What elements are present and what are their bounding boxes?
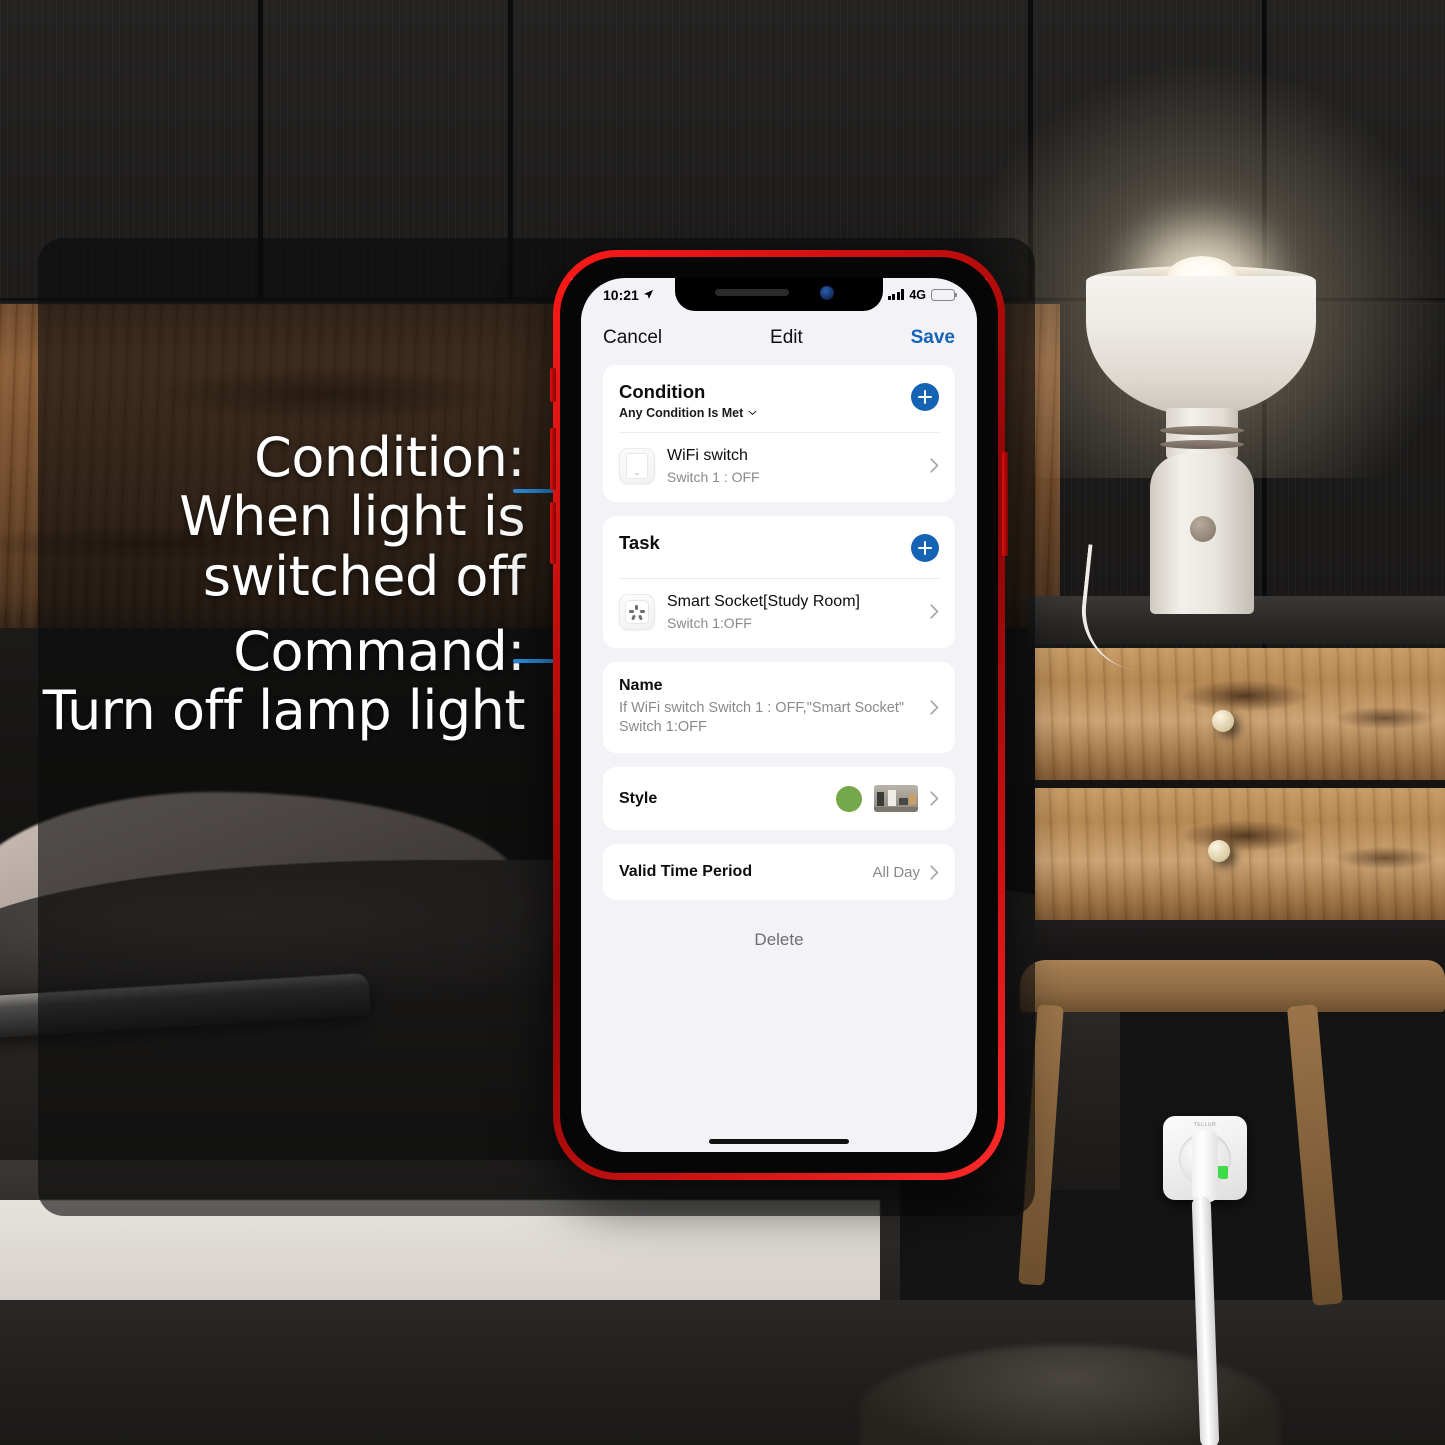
task-device-row[interactable]: Smart Socket[Study Room] Switch 1:OFF bbox=[603, 579, 955, 648]
chevron-right-icon bbox=[930, 458, 939, 473]
mute-switch-button[interactable] bbox=[550, 368, 556, 402]
phone-screen: 10:21 4G Cancel Edit Save Condition Any … bbox=[581, 278, 977, 1152]
bench-seat bbox=[1020, 960, 1445, 1012]
annotation-condition: Condition: When light is switched off bbox=[179, 426, 525, 608]
condition-card-titles: Condition Any Condition Is Met bbox=[619, 381, 757, 420]
phone-notch bbox=[675, 278, 883, 311]
lamp-knob bbox=[1190, 516, 1216, 542]
front-camera-icon bbox=[820, 286, 834, 300]
navigation-bar: Cancel Edit Save bbox=[581, 311, 977, 365]
bench-leg bbox=[1286, 1004, 1344, 1306]
status-bar-left: 10:21 bbox=[603, 287, 654, 303]
chevron-right-icon bbox=[930, 604, 939, 619]
content-area: Condition Any Condition Is Met WiFi swit… bbox=[581, 365, 977, 1152]
task-device-name: Smart Socket[Study Room] bbox=[667, 593, 860, 610]
lamp-ring bbox=[1160, 440, 1244, 449]
wifi-switch-icon bbox=[619, 447, 655, 484]
valid-time-period-row[interactable]: Valid Time Period All Day bbox=[603, 844, 955, 901]
condition-device-name: WiFi switch bbox=[667, 447, 748, 464]
task-title: Task bbox=[619, 532, 660, 553]
cellular-bars-icon bbox=[887, 289, 905, 300]
style-row[interactable]: Style bbox=[603, 767, 955, 831]
nightstand-drawer bbox=[1035, 788, 1445, 920]
delete-row: Delete bbox=[603, 914, 955, 950]
location-arrow-icon bbox=[643, 289, 653, 299]
page-title: Edit bbox=[770, 327, 803, 348]
drawer-knob bbox=[1212, 710, 1234, 732]
volume-down-button[interactable] bbox=[550, 502, 556, 564]
power-button[interactable] bbox=[1002, 452, 1008, 556]
lamp-ring bbox=[1160, 426, 1244, 435]
save-button[interactable]: Save bbox=[911, 327, 955, 349]
phone-bezel: 10:21 4G Cancel Edit Save Condition Any … bbox=[560, 257, 998, 1173]
task-card: Task Smart Socket[Study Room] Switch 1:O… bbox=[603, 516, 955, 648]
task-device-text: Smart Socket[Study Room] Switch 1:OFF bbox=[667, 592, 918, 631]
smart-socket-icon bbox=[619, 593, 655, 630]
condition-card: Condition Any Condition Is Met WiFi swit… bbox=[603, 365, 955, 502]
condition-title: Condition bbox=[619, 381, 706, 402]
task-card-titles: Task bbox=[619, 532, 660, 554]
phone-mockup: 10:21 4G Cancel Edit Save Condition Any … bbox=[550, 250, 1008, 1180]
volume-up-button[interactable] bbox=[550, 428, 556, 490]
valid-time-period-value: All Day bbox=[872, 863, 920, 881]
table-lamp bbox=[952, 58, 1445, 672]
plug-body bbox=[1192, 1130, 1218, 1202]
condition-device-state: Switch 1 : OFF bbox=[667, 469, 760, 485]
condition-mode-selector[interactable]: Any Condition Is Met bbox=[619, 406, 757, 420]
phone-frame: 10:21 4G Cancel Edit Save Condition Any … bbox=[550, 250, 1008, 1180]
condition-mode-label: Any Condition Is Met bbox=[619, 406, 744, 420]
status-time: 10:21 bbox=[603, 286, 639, 303]
name-body: Name If WiFi switch Switch 1 : OFF,"Smar… bbox=[619, 677, 920, 737]
cancel-button[interactable]: Cancel bbox=[603, 327, 662, 349]
condition-device-text: WiFi switch Switch 1 : OFF bbox=[667, 446, 918, 485]
nightstand-drawer bbox=[1035, 648, 1445, 780]
delete-button[interactable]: Delete bbox=[754, 930, 803, 949]
annotation-command: Command: Turn off lamp light bbox=[42, 620, 526, 743]
condition-device-row[interactable]: WiFi switch Switch 1 : OFF bbox=[603, 433, 955, 502]
socket-brand-label: TELLUR bbox=[1193, 1122, 1217, 1128]
home-indicator[interactable] bbox=[709, 1139, 849, 1144]
condition-card-header: Condition Any Condition Is Met bbox=[603, 365, 955, 432]
drawer-knob bbox=[1208, 840, 1230, 862]
task-card-header: Task bbox=[603, 516, 955, 578]
name-row[interactable]: Name If WiFi switch Switch 1 : OFF,"Smar… bbox=[603, 662, 955, 754]
style-thumbnail[interactable] bbox=[874, 785, 918, 813]
chevron-right-icon bbox=[930, 791, 939, 806]
style-color-swatch[interactable] bbox=[836, 785, 862, 812]
status-bar-right: 4G bbox=[887, 287, 958, 302]
task-device-state: Switch 1:OFF bbox=[667, 615, 752, 631]
chevron-down-icon bbox=[748, 410, 757, 416]
chevron-right-icon bbox=[930, 865, 939, 880]
valid-time-period-label: Valid Time Period bbox=[619, 863, 753, 881]
name-label: Name bbox=[619, 677, 663, 694]
lamp-shade bbox=[1086, 276, 1316, 416]
battery-icon bbox=[931, 288, 958, 301]
chevron-right-icon bbox=[930, 699, 939, 715]
style-label: Style bbox=[619, 789, 658, 807]
name-value: If WiFi switch Switch 1 : OFF,"Smart Soc… bbox=[619, 700, 905, 736]
add-condition-button[interactable] bbox=[911, 383, 939, 411]
network-label: 4G bbox=[909, 287, 926, 302]
earpiece-speaker-icon bbox=[715, 289, 789, 296]
add-task-button[interactable] bbox=[911, 534, 939, 562]
